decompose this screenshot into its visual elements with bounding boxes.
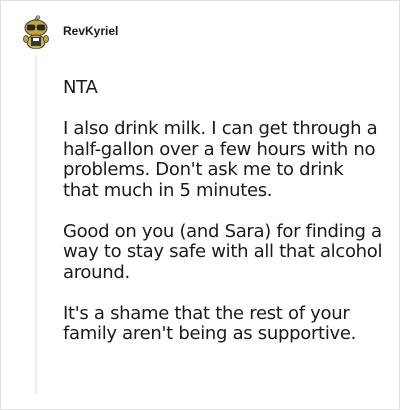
snoo-avatar-icon[interactable] bbox=[19, 15, 53, 49]
comment-paragraph: Good on you (and Sara) for finding a way… bbox=[63, 220, 383, 283]
comment-paragraph: NTA bbox=[63, 77, 98, 98]
thread-collapse-line[interactable] bbox=[35, 55, 37, 395]
comment-paragraph: It's a shame that the rest of your famil… bbox=[63, 302, 357, 344]
comment-username[interactable]: RevKyriel bbox=[63, 24, 118, 38]
comment-body: NTA I also drink milk. I can get through… bbox=[63, 77, 383, 365]
comment-paragraph: I also drink milk. I can get through a h… bbox=[63, 118, 378, 201]
comment-card: RevKyriel NTA I also drink milk. I can g… bbox=[0, 0, 400, 410]
comment-header: RevKyriel bbox=[19, 15, 118, 49]
